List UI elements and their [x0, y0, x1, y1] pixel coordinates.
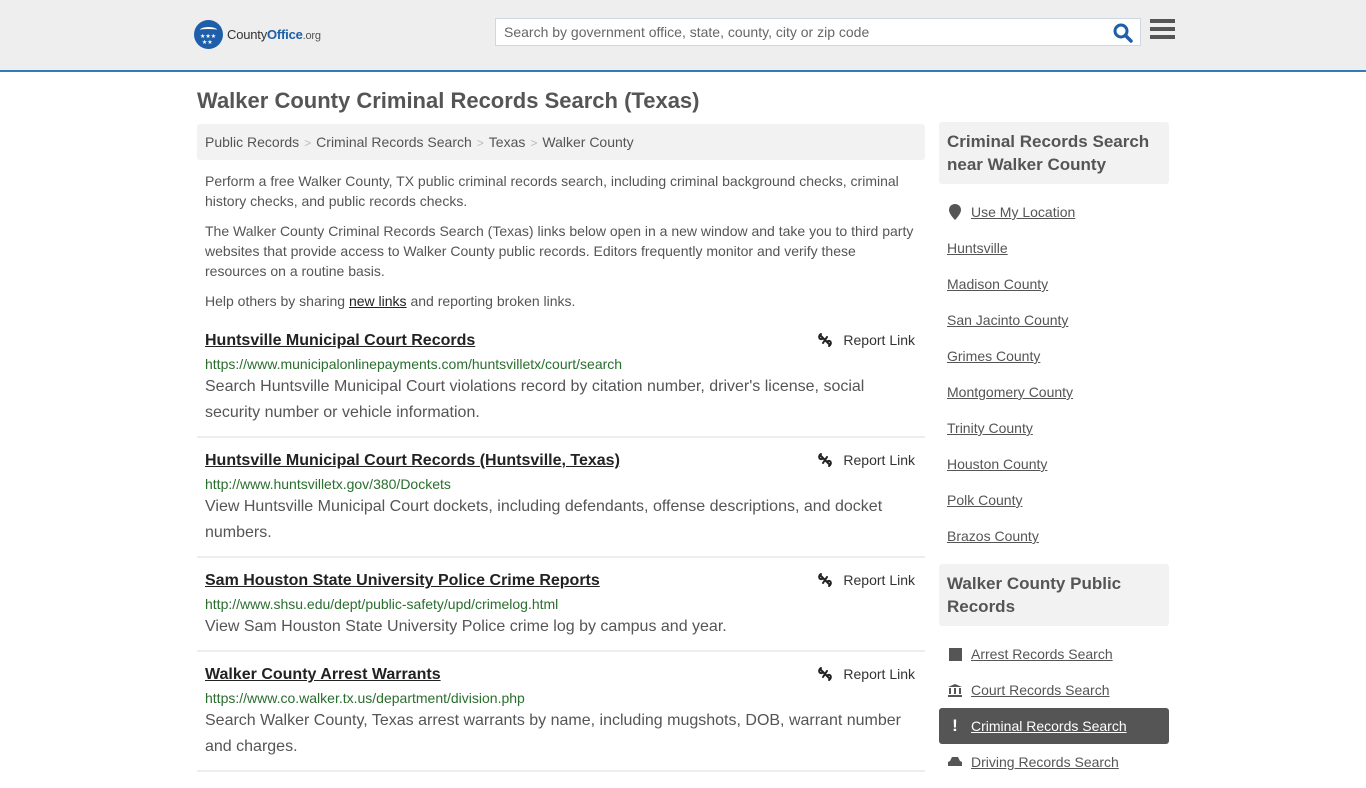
- result-description: Search Huntsville Municipal Court violat…: [205, 378, 865, 421]
- page-title: Walker County Criminal Records Search (T…: [197, 88, 700, 113]
- use-my-location-item[interactable]: Use My Location: [939, 194, 1169, 230]
- nearby-item[interactable]: Houston County: [939, 446, 1169, 482]
- broken-link-icon: [818, 333, 833, 347]
- logo-text: CountyOffice.org: [227, 27, 321, 42]
- nearby-link-san-jacinto-county[interactable]: San Jacinto County: [947, 312, 1068, 328]
- nearby-item[interactable]: Montgomery County: [939, 374, 1169, 410]
- eagle-logo-icon: ★★★ ★★: [194, 20, 223, 49]
- nearby-link-madison-county[interactable]: Madison County: [947, 276, 1048, 292]
- nearby-item[interactable]: Madison County: [939, 266, 1169, 302]
- intro-text: Perform a free Walker County, TX public …: [205, 171, 920, 321]
- result-url: http://www.huntsvilletx.gov/380/Dockets: [205, 476, 451, 492]
- breadcrumb-separator: >: [476, 136, 484, 150]
- result-title-link[interactable]: Huntsville Municipal Court Records: [205, 330, 475, 352]
- result-title-link[interactable]: Walker County Arrest Warrants: [205, 664, 441, 686]
- result-description: Search Walker County, Texas arrest warra…: [205, 712, 901, 755]
- report-link-button[interactable]: Report Link: [817, 572, 915, 588]
- public-records-item-active[interactable]: ! Criminal Records Search: [939, 708, 1169, 744]
- map-marker-icon: [947, 204, 963, 220]
- courthouse-icon: [947, 683, 963, 697]
- sidebar: Criminal Records Search near Walker Coun…: [939, 122, 1169, 788]
- nearby-link-grimes-county[interactable]: Grimes County: [947, 348, 1040, 364]
- result-title-link[interactable]: Sam Houston State University Police Crim…: [205, 570, 600, 592]
- public-records-heading: Walker County Public Records: [939, 564, 1169, 626]
- nearby-link-polk-county[interactable]: Polk County: [947, 492, 1022, 508]
- nearby-link-huntsville[interactable]: Huntsville: [947, 240, 1008, 256]
- result-title-link[interactable]: Huntsville Municipal Court Records (Hunt…: [205, 450, 620, 472]
- menu-button[interactable]: [1150, 19, 1175, 41]
- nearby-item[interactable]: Trinity County: [939, 410, 1169, 446]
- intro-paragraph-3: Help others by sharing new links and rep…: [205, 293, 576, 309]
- search-input[interactable]: [496, 19, 1096, 45]
- nearby-item[interactable]: Grimes County: [939, 338, 1169, 374]
- countyoffice-logo[interactable]: ★★★ ★★ CountyOffice.org: [194, 20, 321, 49]
- broken-link-icon: [818, 667, 833, 681]
- breadcrumb-walker-county[interactable]: Walker County: [542, 134, 633, 150]
- nearby-item[interactable]: Brazos County: [939, 518, 1169, 554]
- nearby-item[interactable]: San Jacinto County: [939, 302, 1169, 338]
- site-header: ★★★ ★★ CountyOffice.org: [0, 0, 1366, 72]
- report-link-button[interactable]: Report Link: [817, 452, 915, 468]
- results-list: Huntsville Municipal Court Records Repor…: [197, 326, 925, 772]
- exclamation-icon: !: [952, 716, 958, 735]
- breadcrumb: Public Records > Criminal Records Search > T…: [197, 124, 925, 160]
- public-records-item[interactable]: Court Records Search: [939, 672, 1169, 708]
- car-icon: [947, 756, 963, 768]
- nearby-link-brazos-county[interactable]: Brazos County: [947, 528, 1039, 544]
- use-my-location-link[interactable]: Use My Location: [971, 204, 1075, 220]
- square-icon: [947, 647, 963, 661]
- result-description: View Sam Houston State University Police…: [205, 618, 727, 635]
- broken-link-icon: [818, 453, 833, 467]
- result-item: Walker County Arrest Warrants Report Lin…: [197, 660, 925, 772]
- report-link-button[interactable]: Report Link: [817, 332, 915, 348]
- nearby-item[interactable]: Polk County: [939, 482, 1169, 518]
- breadcrumb-criminal-records-search[interactable]: Criminal Records Search: [316, 134, 472, 150]
- public-records-item[interactable]: Arrest Records Search: [939, 636, 1169, 672]
- report-link-button[interactable]: Report Link: [817, 666, 915, 682]
- criminal-records-search-link[interactable]: Criminal Records Search: [971, 718, 1127, 734]
- result-item: Huntsville Municipal Court Records (Hunt…: [197, 446, 925, 558]
- nearby-item[interactable]: Huntsville: [939, 230, 1169, 266]
- result-item: Huntsville Municipal Court Records Repor…: [197, 326, 925, 438]
- breadcrumb-texas[interactable]: Texas: [489, 134, 526, 150]
- search-box: [495, 18, 1141, 46]
- nearby-heading: Criminal Records Search near Walker Coun…: [939, 122, 1169, 184]
- intro-paragraph-2: The Walker County Criminal Records Searc…: [205, 223, 914, 279]
- public-records-list: Arrest Records Search Court Records Sear…: [939, 626, 1169, 788]
- court-records-search-link[interactable]: Court Records Search: [971, 682, 1110, 698]
- nearby-link-houston-county[interactable]: Houston County: [947, 456, 1047, 472]
- arrest-records-search-link[interactable]: Arrest Records Search: [971, 646, 1113, 662]
- search-button[interactable]: [1112, 22, 1134, 44]
- breadcrumb-separator: >: [530, 136, 538, 150]
- result-description: View Huntsville Municipal Court dockets,…: [205, 498, 883, 541]
- search-icon: [1113, 23, 1133, 43]
- nearby-link-montgomery-county[interactable]: Montgomery County: [947, 384, 1073, 400]
- result-item: Sam Houston State University Police Crim…: [197, 566, 925, 652]
- nearby-list: Use My Location Huntsville Madison Count…: [939, 184, 1169, 562]
- new-links-link[interactable]: new links: [349, 293, 407, 309]
- intro-paragraph-1: Perform a free Walker County, TX public …: [205, 173, 899, 209]
- nearby-link-trinity-county[interactable]: Trinity County: [947, 420, 1033, 436]
- public-records-item[interactable]: Driving Records Search: [939, 744, 1169, 780]
- result-url: http://www.shsu.edu/dept/public-safety/u…: [205, 596, 559, 612]
- result-url: https://www.municipalonlinepayments.com/…: [205, 356, 623, 372]
- result-url: https://www.co.walker.tx.us/department/d…: [205, 690, 525, 706]
- broken-link-icon: [818, 573, 833, 587]
- breadcrumb-separator: >: [304, 136, 312, 150]
- breadcrumb-public-records[interactable]: Public Records: [205, 134, 299, 150]
- hamburger-menu-icon: [1150, 19, 1175, 23]
